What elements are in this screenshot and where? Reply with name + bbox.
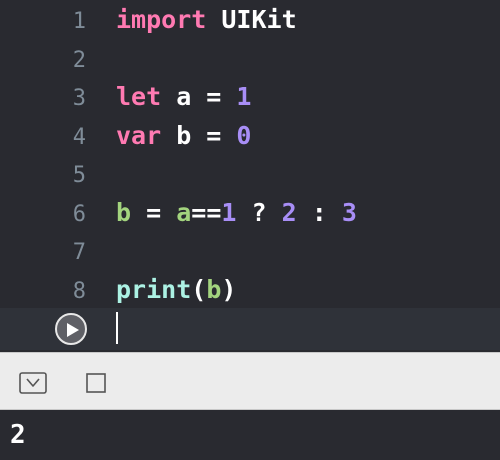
code-token: 0 — [236, 120, 252, 150]
code-text[interactable]: let a = 1 — [116, 82, 251, 112]
code-token: : — [296, 197, 342, 227]
current-line[interactable] — [0, 308, 500, 350]
text-cursor — [116, 312, 118, 344]
code-line[interactable]: 8 print(b) — [0, 270, 500, 308]
line-number: 8 — [72, 278, 86, 304]
code-editor[interactable]: 1 import UIKit 2 3 let a = 1 4 var b = 0 5 6 b = … — [0, 0, 500, 352]
code-text[interactable]: import UIKit — [116, 5, 297, 35]
code-text[interactable]: b = a==1 ? 2 : 3 — [116, 198, 357, 228]
code-token: b = — [161, 120, 237, 150]
code-token: b — [116, 197, 132, 227]
code-line[interactable]: 1 import UIKit — [0, 0, 500, 38]
debug-toolbar — [0, 352, 500, 410]
console-area: 2 — [0, 410, 500, 460]
code-token: let — [116, 82, 162, 111]
code-token: UIKit — [206, 5, 297, 34]
console-output: 2 — [10, 420, 26, 450]
line-number: 1 — [72, 9, 86, 34]
code-line[interactable]: 3 let a = 1 — [0, 77, 500, 115]
code-text[interactable]: var b = 0 — [116, 121, 251, 151]
line-number: 3 — [72, 86, 86, 111]
code-token: ? — [236, 197, 282, 227]
code-token: a — [176, 197, 192, 227]
code-token: print — [116, 274, 192, 304]
code-token: 1 — [221, 197, 237, 227]
code-token: ( — [191, 274, 207, 304]
code-line[interactable]: 6 b = a==1 ? 2 : 3 — [0, 193, 500, 231]
code-line[interactable]: 2 — [0, 39, 500, 77]
code-token: ) — [221, 274, 237, 304]
line-number: 7 — [72, 240, 86, 265]
code-token: var — [116, 120, 162, 150]
line-number: 6 — [72, 201, 86, 227]
code-token: 3 — [341, 197, 357, 227]
code-token: == — [191, 197, 222, 227]
code-token: 2 — [281, 197, 297, 227]
code-line[interactable]: 5 — [0, 154, 500, 192]
code-token: b — [206, 274, 222, 304]
stop-icon[interactable] — [86, 373, 106, 393]
play-icon[interactable] — [55, 313, 87, 345]
line-number: 2 — [72, 47, 86, 73]
code-line[interactable]: 7 — [0, 231, 500, 269]
line-number: 5 — [72, 163, 86, 188]
code-token: = — [131, 197, 177, 227]
code-token: import — [116, 5, 207, 34]
code-token: 1 — [236, 82, 252, 111]
line-number: 4 — [72, 124, 86, 150]
code-line[interactable]: 4 var b = 0 — [0, 116, 500, 154]
code-text[interactable]: print(b) — [116, 275, 236, 305]
hide-debug-area-icon[interactable] — [19, 372, 47, 394]
code-token: a = — [161, 82, 237, 111]
